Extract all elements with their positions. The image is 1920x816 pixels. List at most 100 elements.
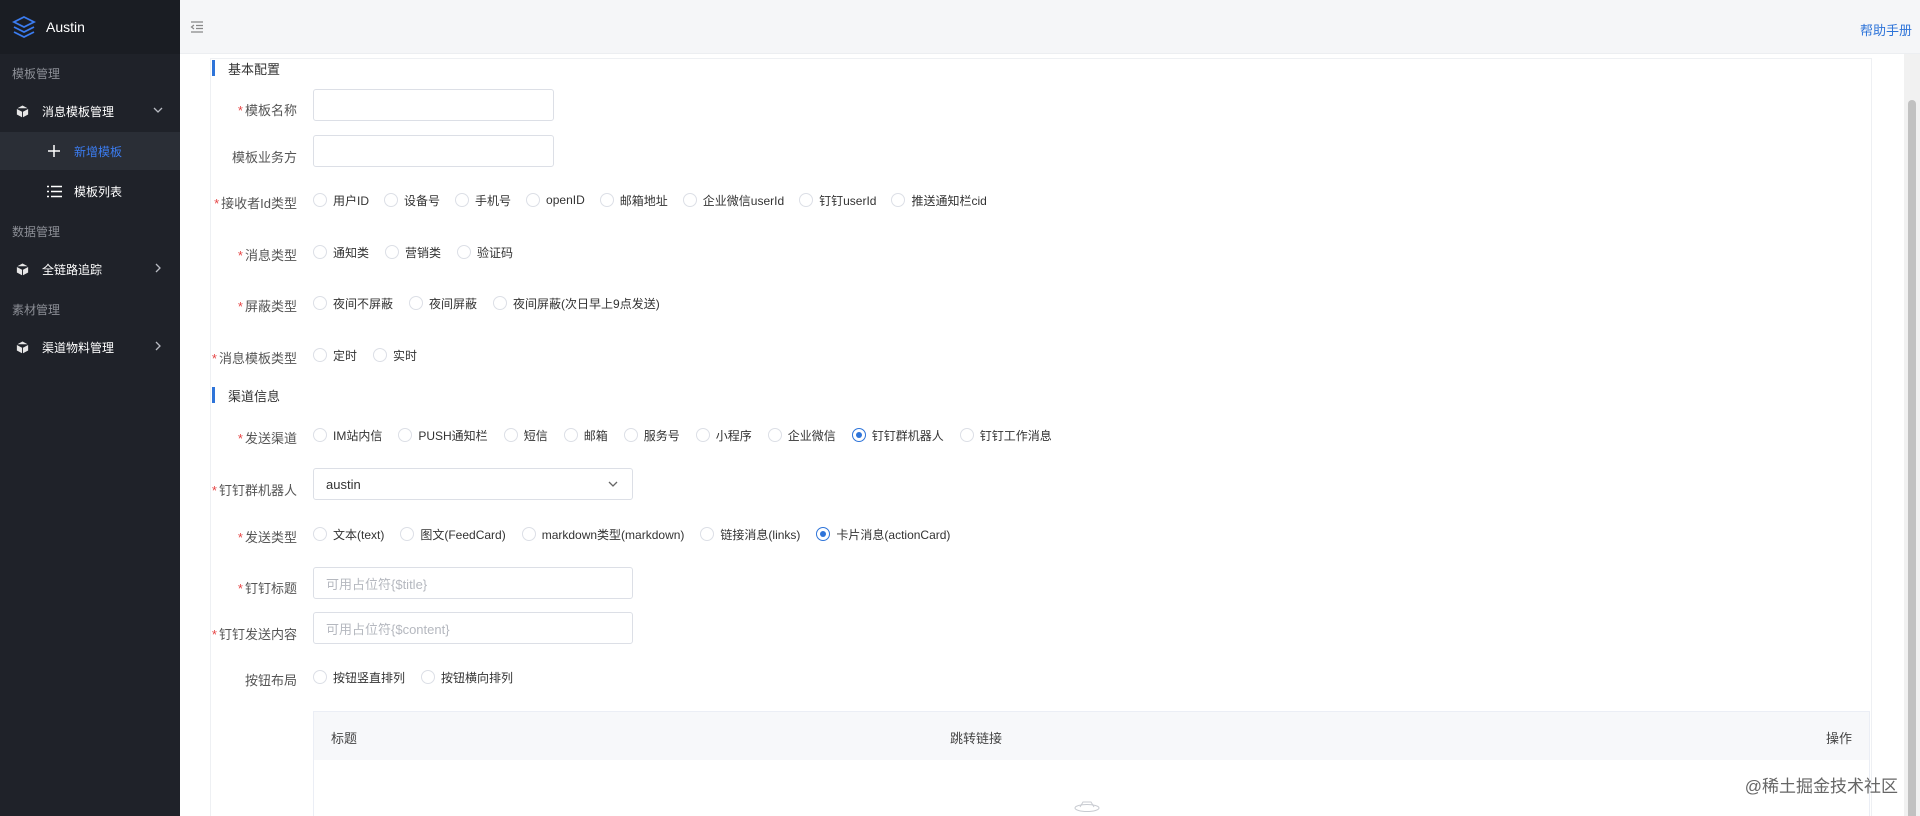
radio-receiver-phone[interactable]: 手机号	[455, 192, 511, 209]
radio-receiver-push-cid[interactable]: 推送通知栏cid	[891, 192, 987, 209]
radio-sendtype-links[interactable]: 链接消息(links)	[700, 526, 800, 543]
btn-layout-label: 按钮布局	[244, 673, 297, 688]
radio-shield-none[interactable]: 夜间不屏蔽	[313, 295, 393, 312]
msg-type-label: * 消息类型	[237, 248, 297, 263]
business-side-input[interactable]	[313, 135, 554, 167]
list-icon	[46, 185, 62, 198]
radio-msg-marketing[interactable]: 营销类	[385, 244, 441, 261]
app-title: Austin	[46, 19, 85, 35]
template-name-input[interactable]	[313, 89, 554, 121]
send-type-group: 文本(text) 图文(FeedCard) markdown类型(markdow…	[313, 524, 966, 544]
radio-template-scheduled[interactable]: 定时	[313, 347, 357, 364]
column-link: 跳转链接	[950, 731, 1003, 746]
shield-type-group: 夜间不屏蔽 夜间屏蔽 夜间屏蔽(次日早上9点发送)	[313, 293, 676, 313]
radio-channel-mini-program[interactable]: 小程序	[695, 427, 752, 444]
radio-sendtype-feedcard[interactable]: 图文(FeedCard)	[400, 526, 506, 543]
sidebar-item-label: 模板列表	[74, 184, 123, 199]
chevron-right-icon	[152, 262, 164, 277]
radio-receiver-openid[interactable]: openID	[526, 193, 585, 207]
menu-group-material: 素材管理	[12, 303, 61, 317]
cube-icon	[14, 339, 30, 355]
table-header: 标题 跳转链接 操作	[314, 712, 1869, 760]
dingtalk-content-label: * 钉钉发送内容	[211, 627, 297, 642]
dingtalk-title-label: * 钉钉标题	[237, 581, 297, 596]
sidebar-item-channel-material[interactable]: 渠道物料管理	[0, 328, 180, 366]
radio-receiver-dingtalk[interactable]: 钉钉userId	[799, 192, 876, 209]
send-channel-label: * 发送渠道	[237, 431, 297, 446]
plus-icon	[46, 144, 62, 158]
radio-receiver-email[interactable]: 邮箱地址	[599, 192, 668, 209]
radio-channel-email[interactable]: 邮箱	[563, 427, 608, 444]
radio-receiver-wecom[interactable]: 企业微信userId	[682, 192, 784, 209]
section-title: 基本配置	[228, 61, 281, 77]
cube-icon	[14, 261, 30, 277]
empty-data-icon	[1074, 800, 1100, 815]
receiver-type-label: * 接收者Id类型	[214, 196, 297, 211]
sidebar-item-template-list[interactable]: 模板列表	[0, 172, 180, 210]
sidebar-item-label: 全链路追踪	[42, 262, 103, 277]
radio-sendtype-actioncard[interactable]: 卡片消息(actionCard)	[816, 526, 950, 543]
radio-channel-dingtalk-work[interactable]: 钉钉工作消息	[959, 427, 1052, 444]
business-side-label: 模板业务方	[231, 150, 297, 165]
robot-label: * 钉钉群机器人	[211, 483, 297, 498]
sidebar-item-template-manage[interactable]: 消息模板管理	[0, 92, 180, 130]
radio-btn-vertical[interactable]: 按钮竖直排列	[313, 669, 405, 686]
brand[interactable]: Austin	[0, 0, 180, 54]
radio-shield-night-delay[interactable]: 夜间屏蔽(次日早上9点发送)	[493, 295, 660, 312]
receiver-type-group: 用户ID 设备号 手机号 openID 邮箱地址 企业微信userId 钉钉us…	[313, 190, 1003, 210]
page-scrollbar[interactable]	[1904, 54, 1920, 816]
topbar: 帮助手册	[180, 0, 1920, 54]
chevron-down-icon	[152, 104, 164, 119]
section-channel-info: 渠道信息	[212, 387, 281, 404]
cube-icon	[14, 103, 30, 119]
radio-channel-push[interactable]: PUSH通知栏	[398, 427, 488, 444]
radio-btn-horizontal[interactable]: 按钮横向排列	[421, 669, 513, 686]
sidebar-item-label: 消息模板管理	[42, 104, 115, 119]
radio-shield-night[interactable]: 夜间屏蔽	[409, 295, 477, 312]
column-action: 操作	[1826, 731, 1853, 746]
watermark: @稀土掘金技术社区	[1744, 777, 1898, 796]
radio-channel-sms[interactable]: 短信	[503, 427, 548, 444]
dingtalk-title-input[interactable]: 可用占位符{$title}	[313, 567, 633, 599]
scrollbar-thumb[interactable]	[1908, 100, 1916, 816]
msg-type-group: 通知类 营销类 验证码	[313, 242, 529, 262]
menu-group-template: 模板管理	[12, 67, 61, 81]
radio-channel-im[interactable]: IM站内信	[313, 427, 382, 444]
chevron-down-icon	[608, 481, 618, 487]
sidebar-item-new-template[interactable]: 新增模板	[0, 132, 180, 170]
menu-fold-icon[interactable]	[190, 20, 204, 34]
btn-layout-group: 按钮竖直排列 按钮横向排列	[313, 667, 529, 687]
radio-msg-captcha[interactable]: 验证码	[457, 244, 513, 261]
sidebar-item-label: 新增模板	[74, 144, 123, 159]
menu-group-data: 数据管理	[12, 225, 61, 239]
radio-template-realtime[interactable]: 实时	[373, 347, 417, 364]
sidebar: Austin 模板管理 消息模板管理 新增模板 模板列表 数据管理 全链路追踪 …	[0, 0, 180, 816]
robot-select[interactable]: austin	[313, 468, 633, 500]
template-type-label: * 消息模板类型	[211, 351, 297, 366]
section-marker	[212, 60, 215, 76]
radio-msg-notice[interactable]: 通知类	[313, 244, 369, 261]
send-type-label: * 发送类型	[237, 530, 297, 545]
section-basic-config: 基本配置	[212, 60, 281, 77]
radio-channel-dingtalk-robot[interactable]: 钉钉群机器人	[851, 427, 944, 444]
template-name-label: * 模板名称	[237, 103, 297, 118]
template-type-group: 定时 实时	[313, 345, 433, 365]
shield-type-label: * 屏蔽类型	[237, 299, 297, 314]
radio-receiver-user-id[interactable]: 用户ID	[313, 192, 369, 209]
send-channel-group: IM站内信 PUSH通知栏 短信 邮箱 服务号 小程序 企业微信 钉钉群机器人 …	[313, 425, 1068, 445]
chevron-right-icon	[152, 340, 164, 355]
radio-sendtype-text[interactable]: 文本(text)	[313, 526, 384, 543]
dingtalk-content-input[interactable]: 可用占位符{$content}	[313, 612, 633, 644]
section-marker	[212, 387, 215, 403]
section-title: 渠道信息	[228, 388, 281, 404]
sidebar-item-label: 渠道物料管理	[42, 340, 115, 355]
button-table: 标题 跳转链接 操作	[313, 711, 1870, 816]
radio-receiver-device[interactable]: 设备号	[384, 192, 440, 209]
logo-icon	[12, 15, 36, 39]
sidebar-item-trace[interactable]: 全链路追踪	[0, 250, 180, 288]
radio-channel-wecom[interactable]: 企业微信	[767, 427, 836, 444]
help-manual-link[interactable]: 帮助手册	[1860, 20, 1912, 39]
column-title: 标题	[331, 731, 358, 746]
radio-sendtype-markdown[interactable]: markdown类型(markdown)	[521, 526, 684, 543]
radio-channel-official-account[interactable]: 服务号	[623, 427, 680, 444]
